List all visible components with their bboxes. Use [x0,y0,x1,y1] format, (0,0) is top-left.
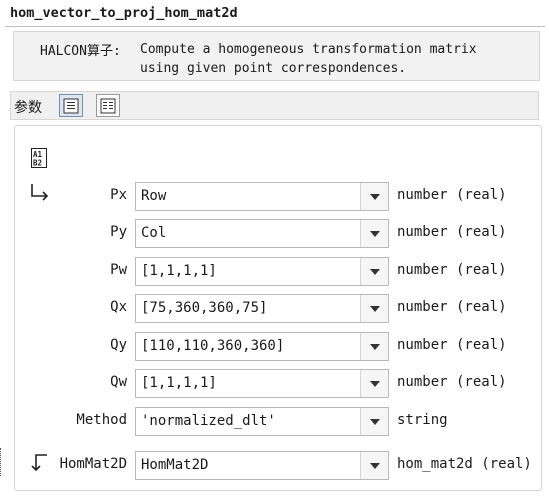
ab-variable-icon: A1 B2 [31,148,47,168]
param-type-qy: number (real) [397,337,507,353]
parameters-toolbar: 参数 [10,91,539,120]
param-label-hommat2d: HomMat2D [59,456,127,472]
param-type-qw: number (real) [397,374,507,390]
resize-grip[interactable] [0,448,3,476]
param-type-pw: number (real) [397,262,507,278]
param-label-qx: Qx [110,299,127,315]
dropdown-button[interactable] [360,333,388,360]
dropdown-button[interactable] [360,258,388,285]
param-label-px: Px [110,187,127,203]
param-type-px: number (real) [397,187,507,203]
combo-value: [1,1,1,1] [141,375,217,391]
chevron-down-icon [370,269,380,275]
svg-text:B2: B2 [33,159,42,168]
param-type-hommat2d: hom_mat2d (real) [397,456,532,472]
param-combo-py[interactable]: Col [135,219,389,248]
combo-value: 'normalized_dlt' [141,413,276,429]
dropdown-button[interactable] [360,295,388,322]
table-view-icon [100,98,116,114]
param-label-method: Method [76,412,127,428]
param-label-qw: Qw [110,374,127,390]
param-combo-px[interactable]: Row [135,182,389,211]
list-view-icon [63,98,79,114]
param-label-pw: Pw [110,262,127,278]
parameters-section-label: 参数 [14,100,42,116]
chevron-down-icon [370,381,380,387]
chevron-down-icon [370,194,380,200]
chevron-down-icon [370,463,380,469]
combo-value: Col [141,225,167,241]
combo-value: Row [141,188,167,204]
chevron-down-icon [370,306,380,312]
param-combo-qx[interactable]: [75,360,360,75] [135,294,389,323]
description-label: HALCON算子: [40,44,121,59]
combo-value: [110,110,360,360] [141,338,285,354]
param-combo-method[interactable]: 'normalized_dlt' [135,407,389,436]
window-title: hom_vector_to_proj_hom_mat2d [10,5,238,21]
param-combo-qw[interactable]: [1,1,1,1] [135,369,389,398]
param-label-qy: Qy [110,337,127,353]
dropdown-button[interactable] [360,220,388,247]
dropdown-button[interactable] [360,408,388,435]
param-combo-qy[interactable]: [110,110,360,360] [135,332,389,361]
table-view-button[interactable] [96,94,120,117]
param-combo-hommat2d[interactable]: HomMat2D [135,451,389,480]
list-view-button[interactable] [59,94,83,117]
title-divider [5,26,545,27]
param-combo-pw[interactable]: [1,1,1,1] [135,257,389,286]
combo-value: [1,1,1,1] [141,263,217,279]
chevron-down-icon [370,344,380,350]
combo-value: [75,360,360,75] [141,300,268,316]
operator-description: HALCON算子: Compute a homogeneous transfor… [13,31,540,81]
dropdown-button[interactable] [360,452,388,479]
param-label-py: Py [110,224,127,240]
chevron-down-icon [370,419,380,425]
dropdown-button[interactable] [360,370,388,397]
combo-value: HomMat2D [141,457,209,473]
description-text: Compute a homogeneous transformation mat… [140,42,477,76]
dropdown-button[interactable] [360,183,388,210]
param-type-qx: number (real) [397,299,507,315]
param-type-method: string [397,412,448,428]
chevron-down-icon [370,231,380,237]
param-type-py: number (real) [397,224,507,240]
